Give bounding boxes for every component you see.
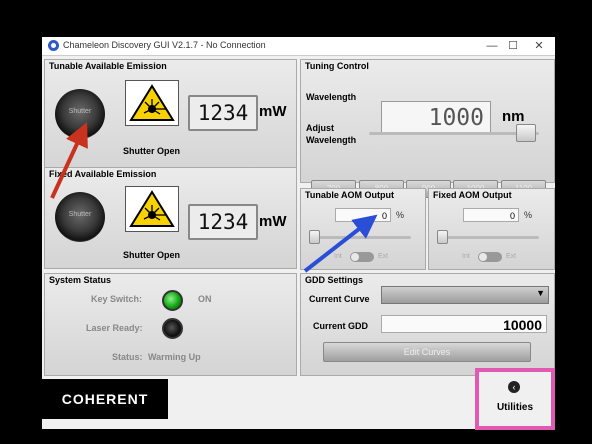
- annotation-arrows: [50, 122, 378, 273]
- blue-annotation-arrow: [303, 214, 378, 273]
- red-annotation-arrow: [50, 122, 88, 199]
